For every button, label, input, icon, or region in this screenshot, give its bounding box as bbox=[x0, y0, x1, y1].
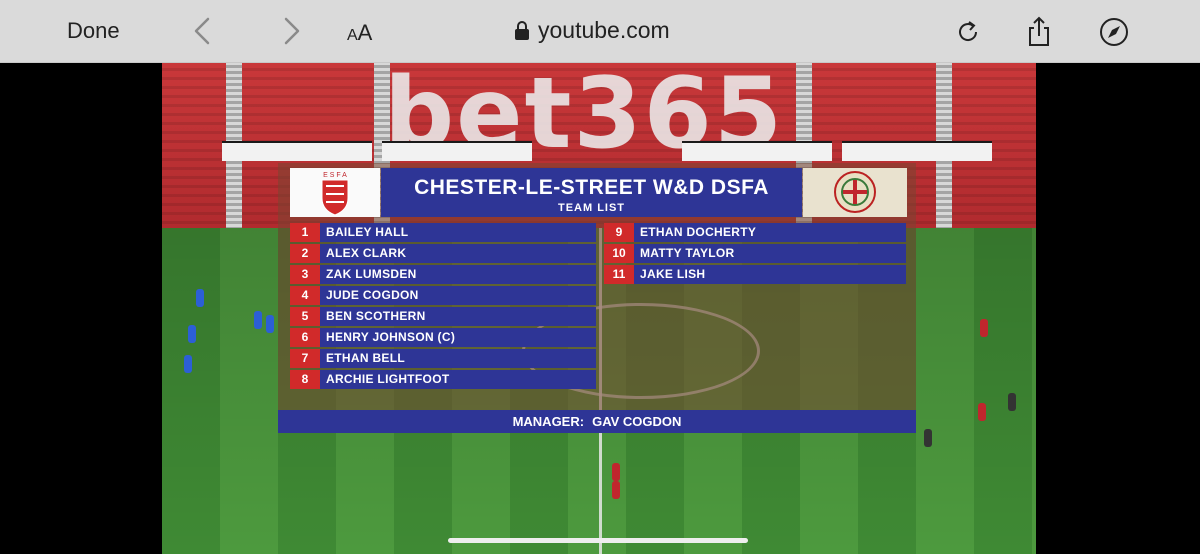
ad-board bbox=[682, 141, 832, 161]
team-name: CHESTER-LE-STREET W&D DSFA bbox=[414, 176, 769, 199]
share-icon[interactable] bbox=[1023, 16, 1055, 48]
player-name: BAILEY HALL bbox=[320, 223, 596, 242]
player-row: 7 ETHAN BELL bbox=[290, 349, 596, 368]
crest-lettering: E S F A bbox=[323, 172, 347, 179]
club-badge-icon bbox=[834, 171, 876, 213]
lock-icon bbox=[515, 20, 529, 40]
player-dark bbox=[1008, 393, 1016, 411]
browser-toolbar: Done AA youtube.com bbox=[0, 0, 1200, 63]
compass-icon[interactable] bbox=[1098, 16, 1130, 48]
player-red bbox=[612, 463, 620, 481]
reload-icon[interactable] bbox=[952, 16, 984, 48]
done-button[interactable]: Done bbox=[67, 18, 120, 44]
home-indicator bbox=[448, 538, 748, 543]
player-name: MATTY TAYLOR bbox=[634, 244, 906, 263]
player-name: ARCHIE LIGHTFOOT bbox=[320, 370, 596, 389]
player-red bbox=[980, 319, 988, 337]
player-name: ETHAN DOCHERTY bbox=[634, 223, 906, 242]
player-red bbox=[978, 403, 986, 421]
player-row: 5 BEN SCOTHERN bbox=[290, 307, 596, 326]
player-name: ALEX CLARK bbox=[320, 244, 596, 263]
player-blue bbox=[254, 311, 262, 329]
player-blue bbox=[188, 325, 196, 343]
player-row: 6 HENRY JOHNSON (C) bbox=[290, 328, 596, 347]
player-blue bbox=[196, 289, 204, 307]
player-name: HENRY JOHNSON (C) bbox=[320, 328, 596, 347]
player-name: JAKE LISH bbox=[634, 265, 906, 284]
player-number: 3 bbox=[290, 265, 320, 284]
player-row: 10 MATTY TAYLOR bbox=[604, 244, 906, 263]
address-bar[interactable]: youtube.com bbox=[514, 17, 670, 44]
player-red bbox=[612, 481, 620, 499]
team-list-header: CHESTER-LE-STREET W&D DSFA TEAM LIST bbox=[381, 168, 802, 217]
player-blue bbox=[184, 355, 192, 373]
team-list-subtitle: TEAM LIST bbox=[557, 202, 626, 214]
esfa-crest: E S F A bbox=[290, 168, 380, 217]
player-name: JUDE COGDON bbox=[320, 286, 596, 305]
player-name: ZAK LUMSDEN bbox=[320, 265, 596, 284]
player-number: 4 bbox=[290, 286, 320, 305]
club-crest bbox=[803, 168, 907, 217]
player-row: 4 JUDE COGDON bbox=[290, 286, 596, 305]
player-number: 9 bbox=[604, 223, 634, 242]
player-number: 7 bbox=[290, 349, 320, 368]
player-row: 8 ARCHIE LIGHTFOOT bbox=[290, 370, 596, 389]
player-name: ETHAN BELL bbox=[320, 349, 596, 368]
manager-bar: MANAGER: GAV COGDON bbox=[278, 410, 916, 433]
text-size-button[interactable]: AA bbox=[347, 20, 372, 46]
manager-label: MANAGER: bbox=[512, 414, 585, 429]
player-number: 11 bbox=[604, 265, 634, 284]
player-row: 11 JAKE LISH bbox=[604, 265, 906, 284]
player-number: 8 bbox=[290, 370, 320, 389]
player-row: 9 ETHAN DOCHERTY bbox=[604, 223, 906, 242]
ad-board bbox=[842, 141, 992, 161]
player-number: 6 bbox=[290, 328, 320, 347]
player-number: 1 bbox=[290, 223, 320, 242]
esfa-shield-icon: E S F A bbox=[321, 172, 349, 216]
url-text: youtube.com bbox=[538, 17, 670, 43]
text-size-small-label: A bbox=[347, 27, 358, 44]
manager-name: GAV COGDON bbox=[592, 414, 682, 429]
player-row: 1 BAILEY HALL bbox=[290, 223, 596, 242]
ad-board bbox=[222, 141, 372, 161]
player-name: BEN SCOTHERN bbox=[320, 307, 596, 326]
forward-chevron-icon[interactable] bbox=[278, 14, 306, 48]
player-row: 3 ZAK LUMSDEN bbox=[290, 265, 596, 284]
text-size-large-label: A bbox=[357, 20, 373, 45]
player-number: 5 bbox=[290, 307, 320, 326]
ad-board bbox=[382, 141, 532, 161]
player-number: 10 bbox=[604, 244, 634, 263]
back-chevron-icon[interactable] bbox=[188, 14, 216, 48]
player-row: 2 ALEX CLARK bbox=[290, 244, 596, 263]
player-number: 2 bbox=[290, 244, 320, 263]
referee bbox=[924, 429, 932, 447]
player-blue bbox=[266, 315, 274, 333]
